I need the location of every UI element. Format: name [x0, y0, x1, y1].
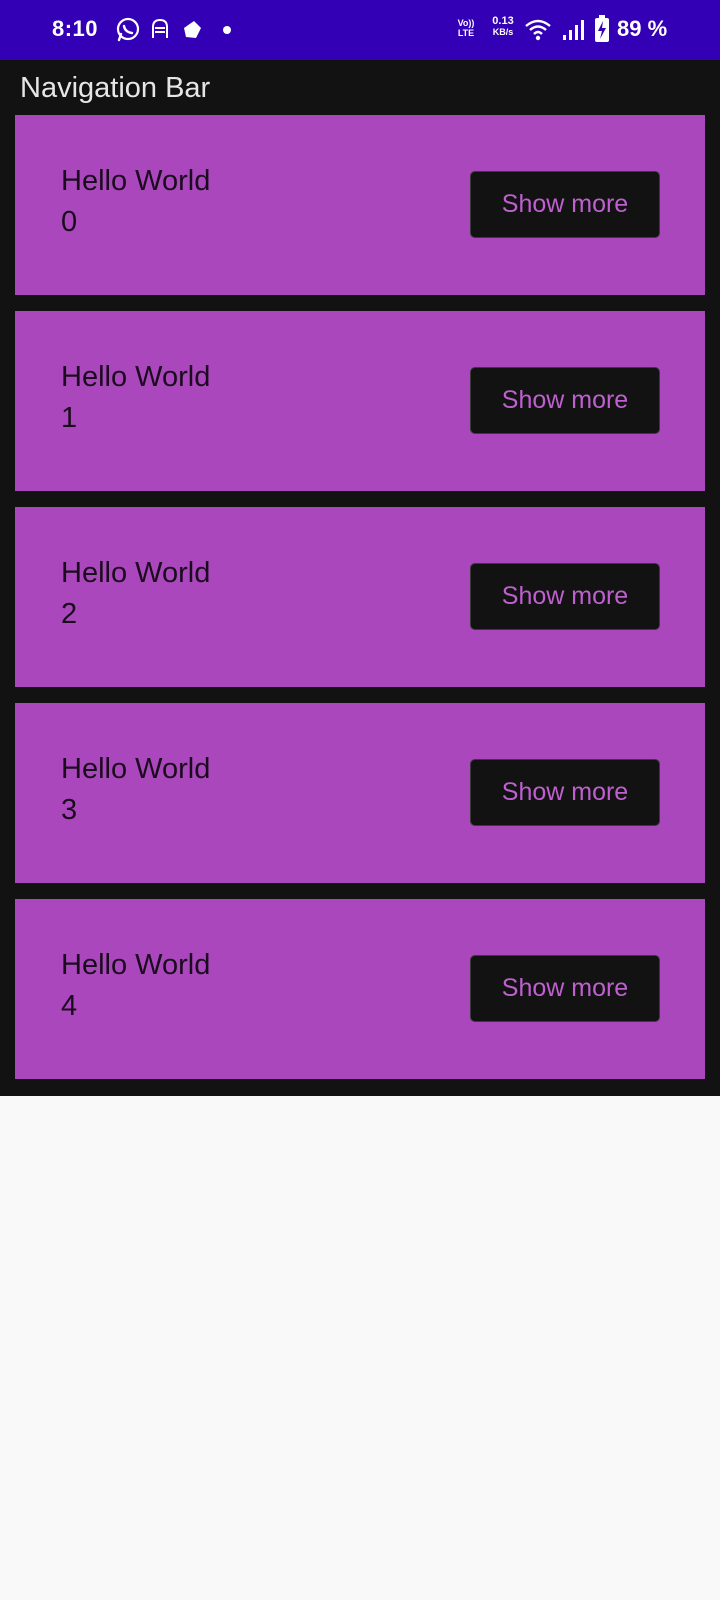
show-more-button[interactable]: Show more	[470, 563, 660, 630]
item-title: Hello World	[61, 557, 211, 589]
item-title: Hello World	[61, 361, 211, 393]
item-index: 0	[61, 206, 78, 238]
list-item: Hello World 4 Show more	[15, 899, 705, 1079]
app-content: Navigation Bar Hello World 0 Show more H…	[0, 60, 720, 1096]
show-more-button[interactable]: Show more	[470, 955, 660, 1022]
item-index: 4	[61, 990, 78, 1022]
volte-label: Vo))	[457, 18, 475, 28]
whatsapp-icon	[115, 17, 141, 48]
list-item: Hello World 3 Show more	[15, 703, 705, 883]
item-index: 3	[61, 794, 78, 826]
list-item: Hello World 1 Show more	[15, 311, 705, 491]
status-bar: 8:10 Vo)) LTE 0.13 KB/s 89 %	[0, 0, 720, 60]
item-title: Hello World	[61, 949, 211, 981]
lte-label: LTE	[457, 28, 475, 38]
net-speed-value: 0.13	[492, 15, 514, 27]
item-title: Hello World	[61, 753, 211, 785]
item-index: 1	[61, 402, 78, 434]
show-more-button[interactable]: Show more	[470, 759, 660, 826]
item-index: 2	[61, 598, 78, 630]
toolbar-title: Navigation Bar	[20, 72, 211, 104]
status-time: 8:10	[52, 16, 99, 41]
volte-icon: Vo)) LTE	[454, 18, 478, 38]
signal-icon	[562, 18, 586, 47]
show-more-button[interactable]: Show more	[470, 171, 660, 238]
net-speed: 0.13 KB/s	[488, 16, 518, 38]
wifi-icon	[524, 18, 552, 47]
snapchat-ghost-icon	[150, 18, 170, 47]
app-notification-icon	[180, 18, 204, 47]
item-title: Hello World	[61, 165, 211, 197]
show-more-button[interactable]: Show more	[470, 367, 660, 434]
battery-charging-icon	[594, 15, 610, 48]
list-item: Hello World 0 Show more	[15, 115, 705, 295]
battery-percent: 89 %	[617, 16, 668, 41]
notification-dot-icon	[223, 26, 231, 34]
net-speed-unit: KB/s	[492, 27, 514, 37]
list-item: Hello World 2 Show more	[15, 507, 705, 687]
